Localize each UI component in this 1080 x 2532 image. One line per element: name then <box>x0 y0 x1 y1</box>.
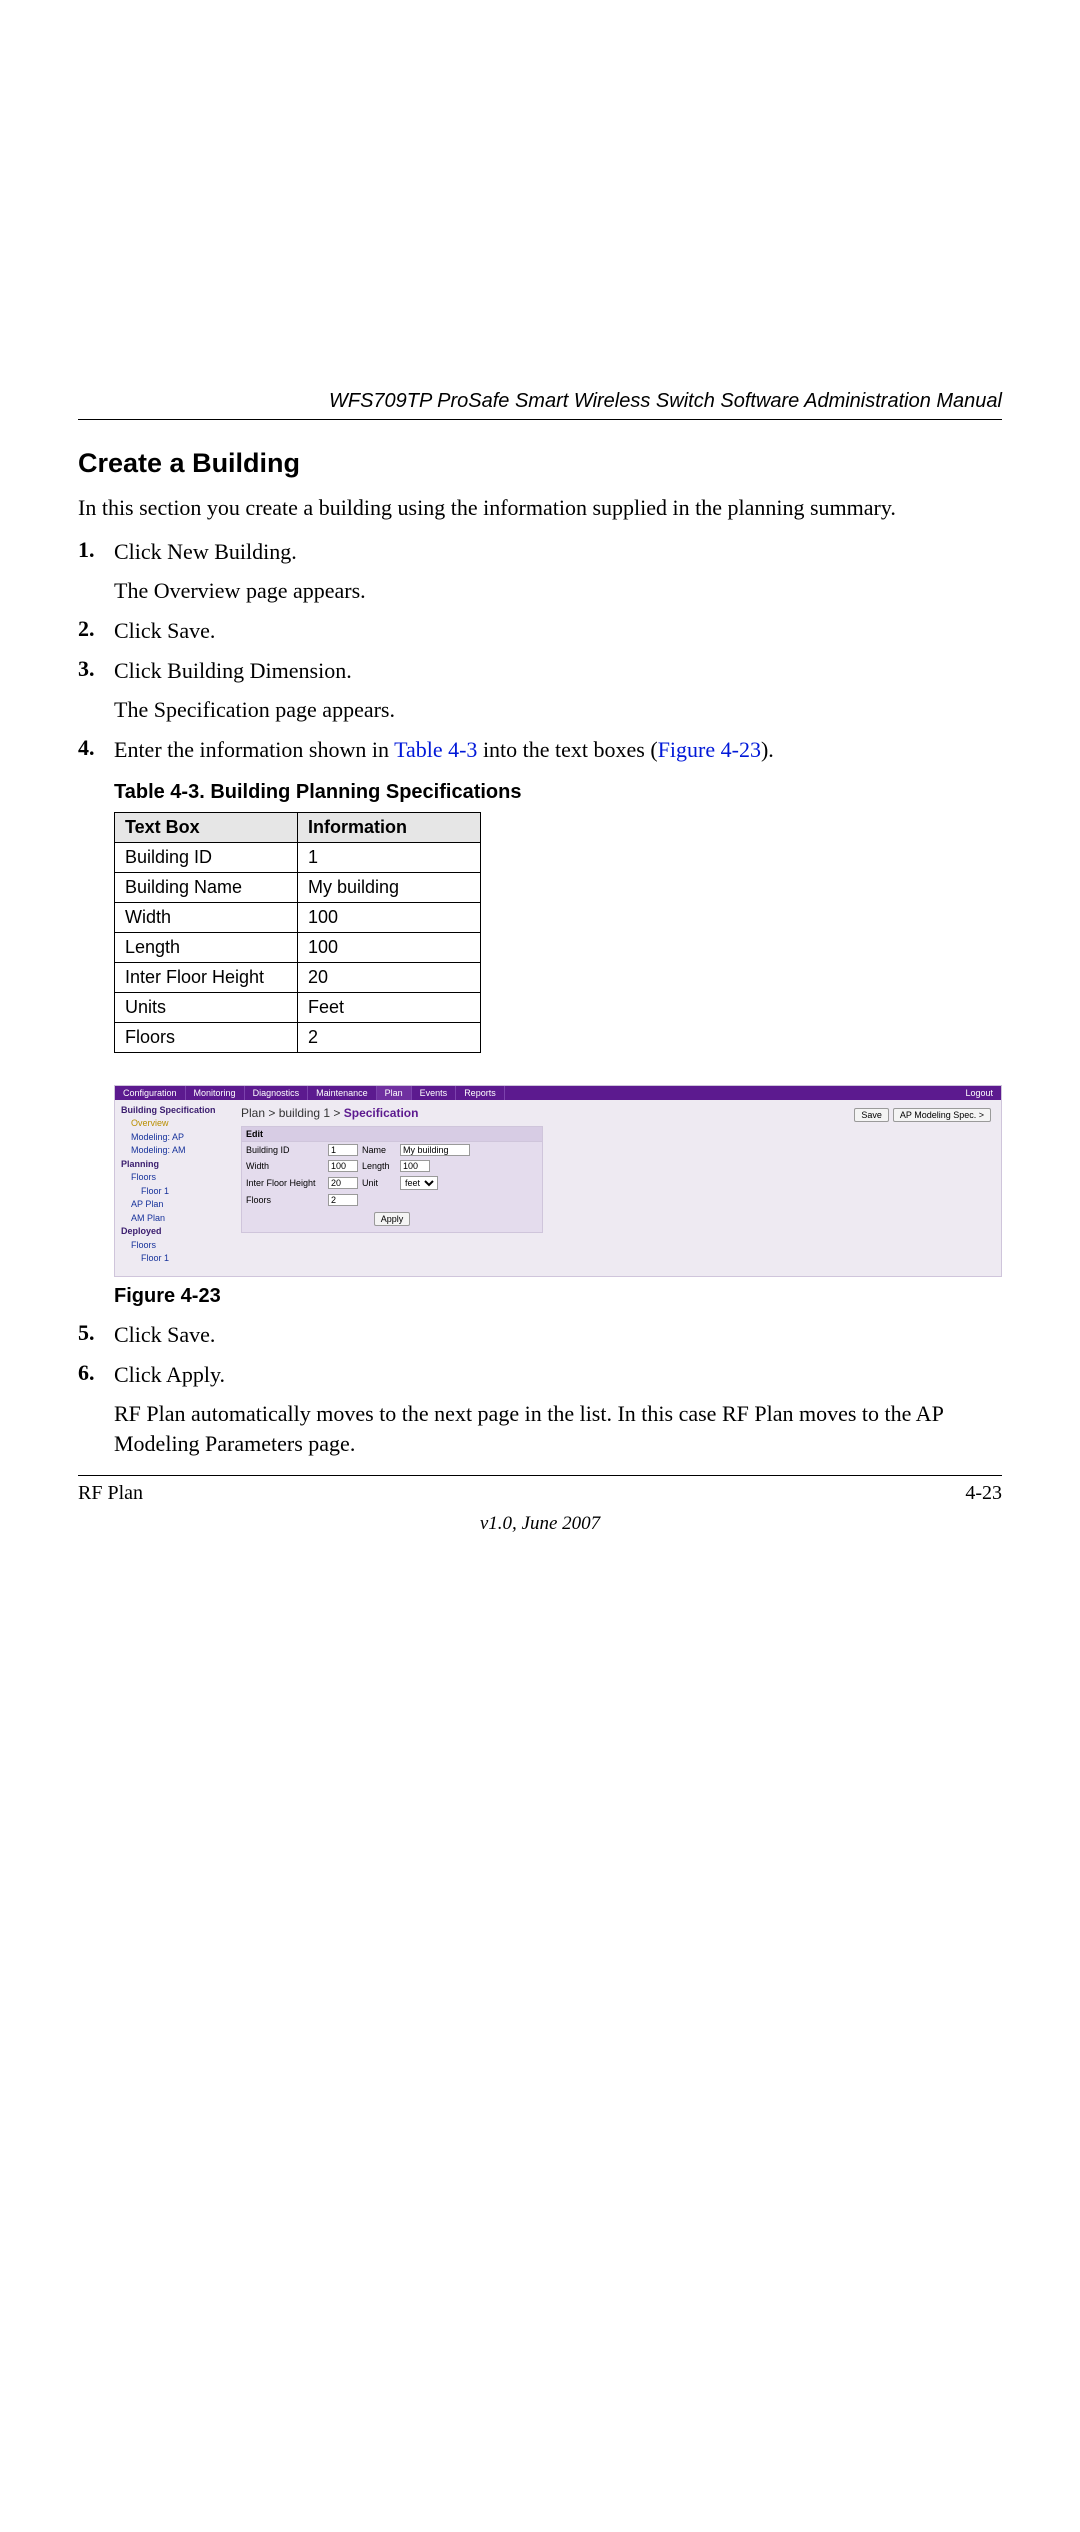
building-spec-table: Text Box Information Building ID1 Buildi… <box>114 812 481 1053</box>
td: 100 <box>298 932 481 962</box>
ap-modeling-spec-button[interactable]: AP Modeling Spec. > <box>893 1108 991 1122</box>
sidebar-item-modeling-ap[interactable]: Modeling: AP <box>121 1131 233 1145</box>
sidebar-item-modeling-am[interactable]: Modeling: AM <box>121 1144 233 1158</box>
input-floors[interactable] <box>328 1194 358 1206</box>
sidebar-item-floor-1[interactable]: Floor 1 <box>121 1185 233 1199</box>
label-building-id: Building ID <box>246 1145 324 1155</box>
label-length: Length <box>362 1161 396 1171</box>
running-header: WFS709TP ProSafe Smart Wireless Switch S… <box>78 390 1002 420</box>
section-heading: Create a Building <box>78 448 1002 479</box>
tab-diagnostics[interactable]: Diagnostics <box>245 1086 309 1100</box>
step-5: Click Save. <box>78 1320 1002 1350</box>
sidebar-item-deployed-floors[interactable]: Floors <box>121 1239 233 1253</box>
step-4: Enter the information shown in Table 4-3… <box>78 735 1002 1308</box>
label-inter-floor-height: Inter Floor Height <box>246 1178 324 1188</box>
input-building-id[interactable] <box>328 1144 358 1156</box>
td: Feet <box>298 992 481 1022</box>
embedded-ui-screenshot: Configuration Monitoring Diagnostics Mai… <box>114 1085 1002 1277</box>
step-6: Click Apply. RF Plan automatically moves… <box>78 1360 1002 1459</box>
sidebar-item-am-plan[interactable]: AM Plan <box>121 1212 233 1226</box>
page-footer: RF Plan 4-23 <box>78 1475 1002 1505</box>
tab-monitoring[interactable]: Monitoring <box>186 1086 245 1100</box>
step-4-text: Enter the information shown in Table 4-3… <box>114 735 1002 765</box>
tab-plan[interactable]: Plan <box>377 1086 412 1100</box>
footer-page-number: 4-23 <box>965 1482 1002 1505</box>
td: 20 <box>298 962 481 992</box>
sidebar-hdr-planning: Planning <box>121 1158 233 1172</box>
td: Width <box>115 902 298 932</box>
input-name[interactable] <box>400 1144 470 1156</box>
step-3-text: Click Building Dimension. <box>114 656 1002 686</box>
tab-maintenance[interactable]: Maintenance <box>308 1086 377 1100</box>
sidebar-hdr-deployed: Deployed <box>121 1225 233 1239</box>
ui-sidebar: Building Specification Overview Modeling… <box>121 1104 233 1266</box>
step-4-part-c: ). <box>761 737 774 762</box>
tab-reports[interactable]: Reports <box>456 1086 505 1100</box>
sidebar-item-ap-plan[interactable]: AP Plan <box>121 1198 233 1212</box>
label-width: Width <box>246 1161 324 1171</box>
label-unit: Unit <box>362 1178 396 1188</box>
footer-section-name: RF Plan <box>78 1482 143 1505</box>
step-3: Click Building Dimension. The Specificat… <box>78 656 1002 725</box>
step-3-result: The Specification page appears. <box>114 695 1002 725</box>
select-unit[interactable]: feet <box>400 1176 438 1190</box>
sidebar-item-deployed-floor-1[interactable]: Floor 1 <box>121 1252 233 1266</box>
input-length[interactable] <box>400 1160 430 1172</box>
td: My building <box>298 872 481 902</box>
xref-figure-4-23[interactable]: Figure 4-23 <box>658 737 761 762</box>
label-name: Name <box>362 1145 396 1155</box>
breadcrumb-path: Plan > building 1 > <box>241 1106 344 1120</box>
tab-configuration[interactable]: Configuration <box>115 1086 186 1100</box>
sidebar-item-floors[interactable]: Floors <box>121 1171 233 1185</box>
step-5-text: Click Save. <box>114 1320 1002 1350</box>
th-textbox: Text Box <box>115 812 298 842</box>
td: Building Name <box>115 872 298 902</box>
apply-button[interactable]: Apply <box>374 1212 411 1226</box>
input-width[interactable] <box>328 1160 358 1172</box>
intro-paragraph: In this section you create a building us… <box>78 493 1002 523</box>
footer-version: v1.0, June 2007 <box>78 1513 1002 1535</box>
breadcrumb-current: Specification <box>344 1106 419 1120</box>
step-2: Click Save. <box>78 616 1002 646</box>
input-inter-floor-height[interactable] <box>328 1177 358 1189</box>
td: Inter Floor Height <box>115 962 298 992</box>
td: Length <box>115 932 298 962</box>
td: Units <box>115 992 298 1022</box>
label-floors: Floors <box>246 1195 324 1205</box>
step-6-result: RF Plan automatically moves to the next … <box>114 1399 1002 1458</box>
sidebar-hdr-buildingspec: Building Specification <box>121 1104 233 1118</box>
edit-panel: Edit Building ID Name Width <box>241 1126 543 1233</box>
td: 1 <box>298 842 481 872</box>
step-1-result: The Overview page appears. <box>114 576 1002 606</box>
step-1-text: Click New Building. <box>114 537 1002 567</box>
save-button[interactable]: Save <box>854 1108 889 1122</box>
tab-events[interactable]: Events <box>412 1086 457 1100</box>
td: Building ID <box>115 842 298 872</box>
logout-link[interactable]: Logout <box>957 1086 1001 1100</box>
td: Floors <box>115 1022 298 1052</box>
step-4-part-a: Enter the information shown in <box>114 737 394 762</box>
th-information: Information <box>298 812 481 842</box>
step-2-text: Click Save. <box>114 616 1002 646</box>
figure-label: Figure 4-23 <box>114 1285 1002 1308</box>
xref-table-4-3[interactable]: Table 4-3 <box>394 737 477 762</box>
edit-panel-title: Edit <box>242 1127 542 1142</box>
sidebar-item-overview[interactable]: Overview <box>121 1117 233 1131</box>
td: 100 <box>298 902 481 932</box>
table-caption: Table 4-3. Building Planning Specificati… <box>114 781 1002 804</box>
td: 2 <box>298 1022 481 1052</box>
step-4-part-b: into the text boxes ( <box>477 737 657 762</box>
step-6-text: Click Apply. <box>114 1360 1002 1390</box>
ui-top-nav: Configuration Monitoring Diagnostics Mai… <box>115 1086 1001 1100</box>
step-1: Click New Building. The Overview page ap… <box>78 537 1002 606</box>
